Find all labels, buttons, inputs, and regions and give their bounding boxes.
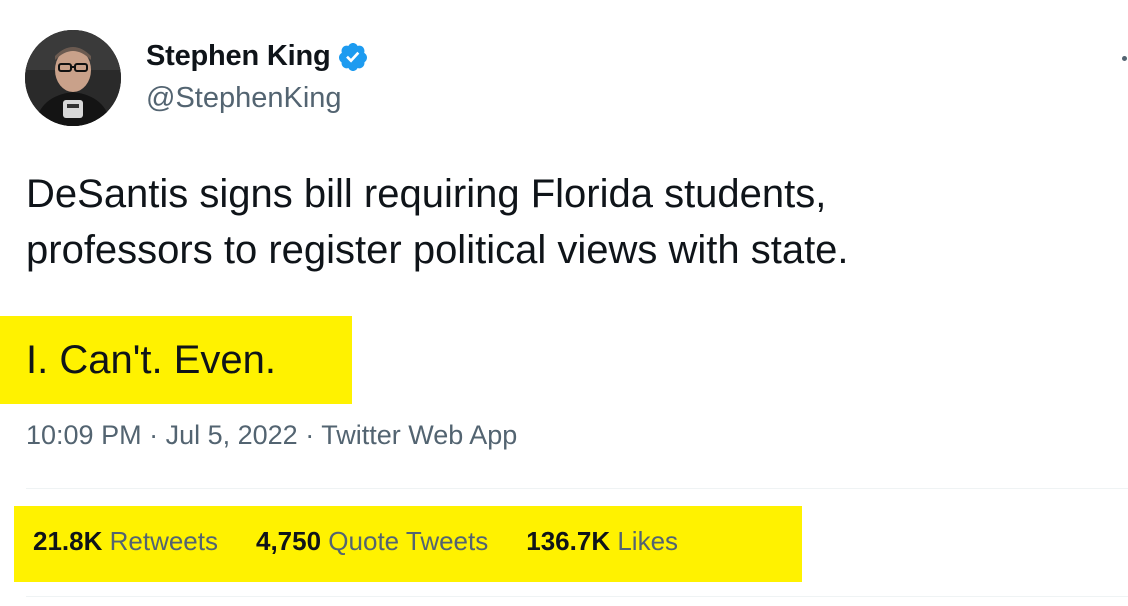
meta-separator: · xyxy=(141,420,166,450)
tweet-date[interactable]: Jul 5, 2022 xyxy=(166,420,298,450)
likes-label: Likes xyxy=(617,526,679,556)
more-options-icon[interactable] xyxy=(1118,48,1128,70)
meta-separator: · xyxy=(297,420,322,450)
tweet-highlighted-text: I. Can't. Even. xyxy=(26,338,276,382)
tweet-time[interactable]: 10:09 PM xyxy=(26,420,142,450)
tweet-source[interactable]: Twitter Web App xyxy=(321,420,517,450)
likes-count: 136.7K xyxy=(526,526,618,556)
tweet-text-line: DeSantis signs bill requiring Florida st… xyxy=(26,172,827,216)
quote-tweets-label: Quote Tweets xyxy=(328,526,489,556)
author-name-row[interactable]: Stephen King xyxy=(146,40,369,73)
divider xyxy=(26,596,1128,597)
divider xyxy=(26,488,1128,489)
retweets-stat[interactable]: 21.8K Retweets xyxy=(33,526,218,557)
quote-tweets-stat[interactable]: 4,750 Quote Tweets xyxy=(256,526,488,557)
tweet-meta: 10:09 PM · Jul 5, 2022 · Twitter Web App xyxy=(26,420,517,451)
verified-badge-icon xyxy=(337,41,369,73)
tweet-stats: 21.8K Retweets 4,750 Quote Tweets 136.7K… xyxy=(33,526,716,557)
author-handle[interactable]: @StephenKing xyxy=(146,82,342,115)
avatar[interactable] xyxy=(25,30,121,126)
likes-stat[interactable]: 136.7K Likes xyxy=(526,526,678,557)
quote-tweets-count: 4,750 xyxy=(256,526,329,556)
tweet-text-line: professors to register political views w… xyxy=(26,228,849,272)
retweets-count: 21.8K xyxy=(33,526,110,556)
retweets-label: Retweets xyxy=(109,526,218,556)
highlight-box: I. Can't. Even. xyxy=(0,316,352,404)
profile-photo xyxy=(25,30,121,126)
author-name[interactable]: Stephen King xyxy=(146,40,331,73)
tweet-text: DeSantis signs bill requiring Florida st… xyxy=(26,166,1106,278)
